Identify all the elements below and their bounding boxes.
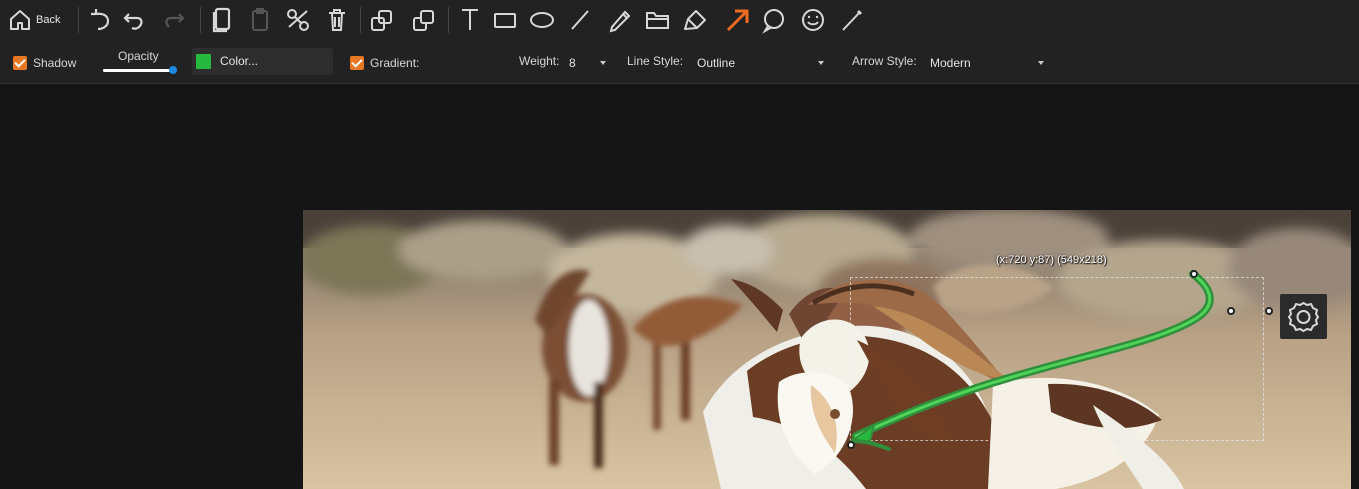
opacity-label: Opacity (118, 49, 159, 63)
editor-toolbar: Back Shadow Opacity Color... Gradient: W… (0, 0, 1359, 84)
brush-line-tool-button[interactable] (836, 5, 867, 35)
weight-label: Weight: (519, 54, 560, 68)
arrow-style-value: Modern (930, 56, 971, 70)
bring-forward-icon (369, 8, 394, 33)
color-picker-button[interactable]: Color... (192, 48, 333, 75)
pencil-tool-icon (606, 7, 632, 33)
undo-icon (122, 8, 146, 32)
toolbar-separator (360, 7, 361, 33)
opacity-slider[interactable] (103, 66, 177, 74)
editor-canvas[interactable] (0, 85, 1359, 489)
line-style-dropdown[interactable]: Outline (697, 50, 830, 74)
paste-icon (248, 7, 272, 33)
undo-button[interactable] (118, 5, 149, 35)
line-style-value: Outline (697, 56, 736, 70)
text-tool-icon (458, 7, 482, 33)
tool-buttons-row: Back (0, 0, 1359, 40)
delete-icon (325, 7, 349, 33)
goat-photo-image (303, 210, 1351, 489)
color-swatch (196, 54, 211, 69)
back-label: Back (36, 14, 61, 26)
redo-icon (162, 8, 186, 32)
rectangle-tool-icon (492, 9, 518, 31)
arrow-style-dropdown[interactable]: Modern (930, 50, 1048, 74)
highlighter-tool-icon (683, 7, 709, 33)
color-label: Color... (220, 54, 259, 68)
gradient-checkbox[interactable] (350, 56, 364, 70)
cut-icon (285, 7, 311, 33)
arrow-tool-button[interactable] (722, 5, 753, 35)
cut-button[interactable] (282, 5, 313, 35)
bring-forward-button[interactable] (366, 5, 397, 35)
arrow-style-label: Arrow Style: (852, 54, 917, 68)
folder-tool-icon (644, 8, 672, 32)
rectangle-tool-button[interactable] (489, 5, 520, 35)
line-tool-button[interactable] (564, 5, 595, 35)
arrow-tool-icon (724, 6, 752, 34)
ellipse-tool-button[interactable] (526, 5, 557, 35)
send-backward-button[interactable] (408, 5, 439, 35)
chevron-down-icon (1038, 61, 1044, 65)
speech-bubble-tool-button[interactable] (758, 5, 789, 35)
text-tool-button[interactable] (454, 5, 485, 35)
shadow-checkbox[interactable] (13, 56, 27, 70)
copy-button[interactable] (206, 5, 237, 35)
brush-line-tool-icon (840, 8, 864, 32)
gradient-label: Gradient: (370, 56, 420, 70)
highlighter-tool-button[interactable] (680, 5, 711, 35)
goat-photo[interactable] (303, 210, 1351, 489)
line-style-label: Line Style: (627, 54, 684, 68)
speech-bubble-tool-icon (761, 7, 787, 34)
weight-dropdown[interactable]: 8 (569, 50, 613, 74)
line-tool-icon (568, 8, 592, 32)
screenshot-editor: Back Shadow Opacity Color... Gradient: W… (0, 0, 1359, 489)
undo-all-button[interactable] (85, 5, 116, 35)
chevron-down-icon (600, 61, 606, 65)
opacity-slider-fill (103, 69, 173, 72)
opacity-slider-thumb[interactable] (169, 66, 177, 74)
redo-button[interactable] (158, 5, 189, 35)
toolbar-separator (448, 7, 449, 33)
back-button[interactable]: Back (8, 5, 74, 35)
chevron-down-icon (818, 61, 824, 65)
paste-button[interactable] (244, 5, 275, 35)
properties-row: Shadow Opacity Color... Gradient: Weight… (0, 40, 1359, 84)
home-back-icon (8, 8, 32, 32)
toolbar-separator (78, 7, 79, 33)
emoji-tool-icon (800, 7, 826, 33)
shadow-label: Shadow (33, 56, 77, 70)
undo-all-icon (88, 8, 114, 32)
pencil-tool-button[interactable] (603, 5, 634, 35)
send-backward-icon (411, 8, 436, 33)
weight-value: 8 (569, 56, 576, 70)
folder-tool-button[interactable] (642, 5, 673, 35)
emoji-tool-button[interactable] (797, 5, 828, 35)
toolbar-separator (200, 7, 201, 33)
delete-button[interactable] (321, 5, 352, 35)
ellipse-tool-icon (529, 9, 555, 31)
copy-icon (210, 7, 234, 33)
